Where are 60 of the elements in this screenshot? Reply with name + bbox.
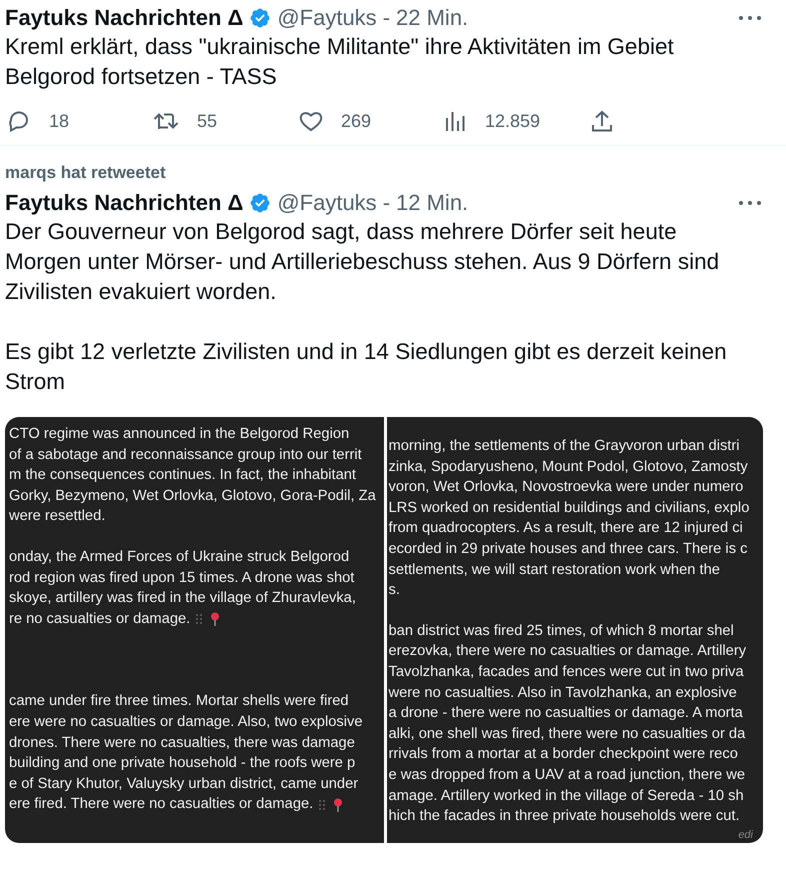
image-text-line: Tavolzhanka, facades and fences were cut in two priva xyxy=(388,662,744,682)
tweet-text: Es gibt 12 verletzte Zivilisten und in 14 Siedlungen gibt es derzeit keinen Strom xyxy=(5,338,728,396)
image-text-line: came under fire three times. Mortar shells were fired xyxy=(9,692,349,712)
action-count: 269 xyxy=(341,110,372,132)
image-text-line: rod region was fired upon 15 times. A drone was shot xyxy=(9,568,354,588)
handle[interactable]: @Faytuks xyxy=(277,5,377,31)
edited-label: edi xyxy=(738,829,753,841)
more-icon[interactable] xyxy=(738,13,762,23)
retweet-label: marqs hat retweetet xyxy=(5,163,167,183)
dots-icon xyxy=(319,800,328,810)
dots-icon xyxy=(196,614,204,624)
image-text-line: s. xyxy=(388,581,400,600)
image-text-line: m the consequences continues. In fact, the inhabitant xyxy=(9,466,356,486)
heart-icon[interactable] xyxy=(299,110,323,132)
image-text-line: skoye, artillery was fired in the village of Zhuravlevka, xyxy=(9,589,356,608)
image-text-line: onday, the Armed Forces of Ukraine struck Belgorod xyxy=(9,548,350,567)
image-text-line: CTO regime was announced in the Belgorod Region xyxy=(9,425,350,444)
screenshot-image[interactable] xyxy=(386,417,763,843)
screenshot-image[interactable] xyxy=(5,417,384,843)
image-text-line: hich the facades in three private households were cut. xyxy=(388,807,740,826)
timestamp[interactable]: 12 Min. xyxy=(396,190,468,216)
image-text-line: e was dropped from a UAV at a road junction, there we xyxy=(388,766,746,785)
image-text-line: were resettled. xyxy=(9,507,106,526)
timestamp[interactable]: 22 Min. xyxy=(396,5,468,31)
image-text-line: a drone - there were no casualties or damage. A morta xyxy=(388,704,743,724)
author-name[interactable]: Faytuks Nachrichten Δ xyxy=(5,5,244,31)
image-text-line: amage. Artillery worked in the village of Sereda - 10 sh xyxy=(388,786,744,806)
bar-chart-icon[interactable] xyxy=(445,110,467,132)
action-count: 12.859 xyxy=(485,110,540,132)
image-text-line: were no casualties. Also in Tavolzhanka, an explosive xyxy=(388,684,737,703)
more-icon[interactable] xyxy=(738,198,762,208)
image-text-line: ere were no casualties or damage. Also, two explosive xyxy=(9,712,363,732)
image-text-line: zinka, Spodaryusheno, Mount Podol, Glotovo, Zamosty xyxy=(388,458,748,477)
image-text-line: e of Stary Khutor, Valuysky urban district, came under xyxy=(9,774,358,794)
tweet-text: Kreml erklärt, dass "ukrainische Militante" ihre Aktivitäten im Gebiet Belgorod fortsetzen - TASS xyxy=(5,33,675,91)
image-text-line: voron, Wet Orlovka, Novostroevka were under numero xyxy=(388,478,744,498)
tweet-text: Der Gouverneur von Belgorod sagt, dass mehrere Dörfer seit heute Morgen unter Mörser- und Artilleriebeschuss stehen. Aus 9 Dörfern sind Zivilisten evakuiert worden. xyxy=(5,218,720,306)
image-text-line: ecorded in 29 private houses and three cars. There is c xyxy=(388,540,748,559)
image-text-line: re no casualties or damage. xyxy=(9,610,190,629)
image-text-line: Gorky, Bezymeno, Wet Orlovka, Glotovo, Gora-Podil, Za xyxy=(9,486,376,506)
image-text-line: settlements, we will start restoration work when the xyxy=(388,560,720,580)
image-text-line: ban district was fired 25 times, of which 8 mortar shel xyxy=(388,622,734,641)
image-text-line: drones. There were no casualties, there was damage xyxy=(9,734,355,753)
image-text-line: morning, the settlements of the Grayvoron urban distri xyxy=(388,437,740,456)
image-text-line: of a sabotage and reconnaissance group into our territ xyxy=(9,446,362,465)
image-text-line: building and one private household - the roofs were p xyxy=(9,754,356,774)
separator: - xyxy=(382,5,390,31)
image-text-line: rrivals from a mortar at a border checkpoint were reco xyxy=(388,745,738,764)
image-text-line: ere fired. There were no casualties or damage. xyxy=(9,795,314,814)
action-count: 55 xyxy=(197,110,218,132)
handle[interactable]: @Faytuks xyxy=(277,190,377,216)
share-icon[interactable] xyxy=(591,109,613,133)
image-text-line: alki, one shell was fired, there were no casualties or da xyxy=(388,724,746,744)
reply-icon[interactable] xyxy=(7,109,31,133)
author-name[interactable]: Faytuks Nachrichten Δ xyxy=(5,190,244,216)
image-text-line: LRS worked on residential buildings and civilians, explo xyxy=(388,498,750,518)
image-text-line: erezovka, there were no casualties or damage. Artillery xyxy=(388,642,746,662)
image-text-line: from quadrocopters. As a result, there are 12 injured ci xyxy=(388,519,743,538)
action-count: 18 xyxy=(49,110,70,132)
separator: - xyxy=(382,190,390,216)
